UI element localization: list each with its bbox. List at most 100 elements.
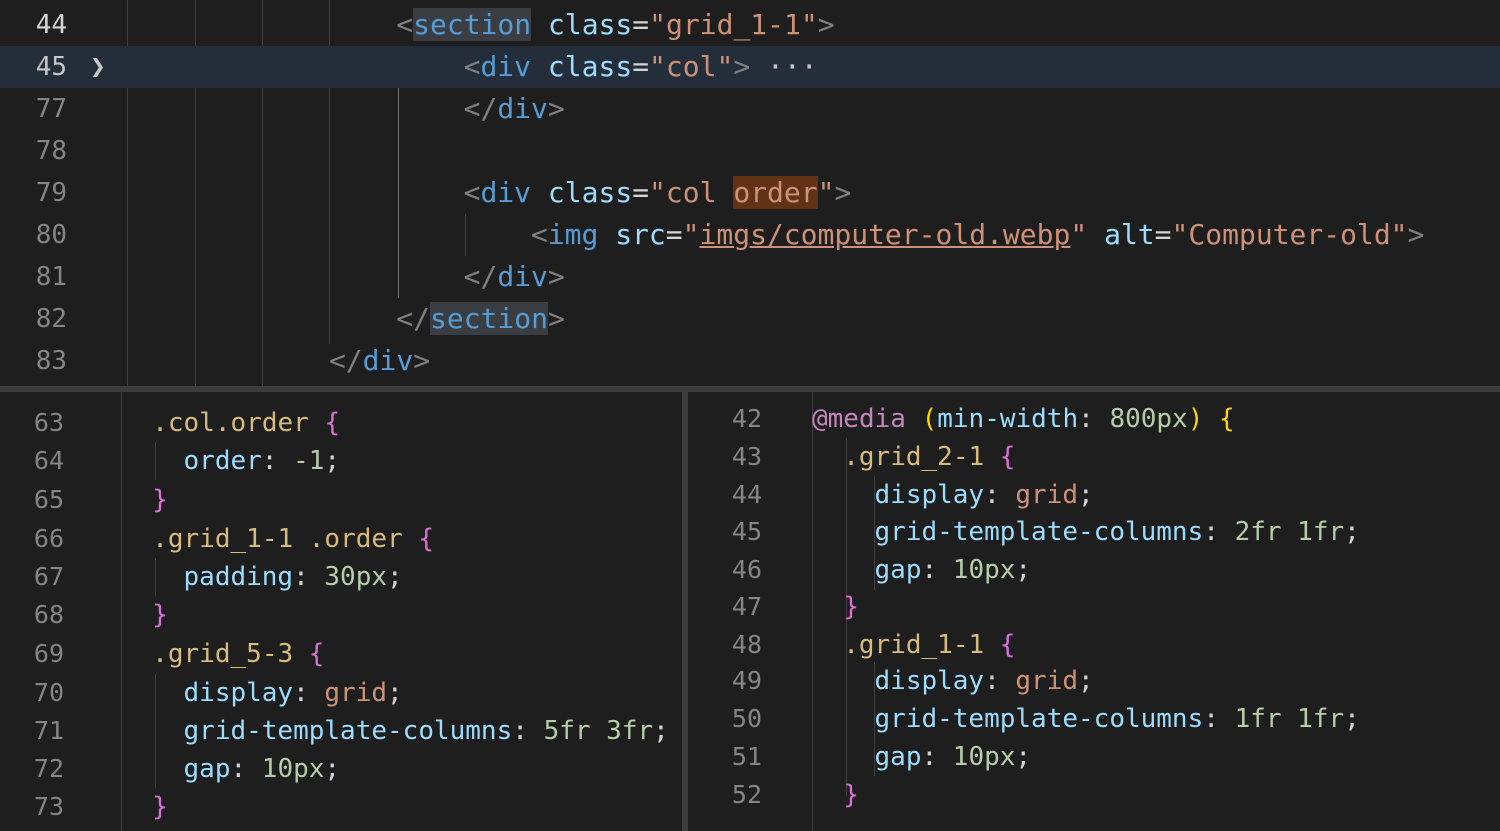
code-line[interactable]: 65}: [0, 481, 682, 519]
code-token: }: [843, 592, 859, 622]
code-line[interactable]: 68}: [0, 596, 682, 634]
code-line[interactable]: 63 .col.order {: [0, 404, 682, 442]
code-token: grid: [1015, 666, 1079, 696]
line-number: 51: [731, 742, 762, 771]
line-number: 42: [731, 404, 762, 433]
code-token: :: [921, 555, 953, 585]
code-token: :: [1203, 704, 1235, 734]
code-token: div: [497, 260, 548, 293]
code-line[interactable]: 73}: [0, 788, 682, 826]
code-token: :: [984, 480, 1016, 510]
code-line[interactable]: 51 gap: 10px;: [688, 738, 1500, 776]
code-text: <div class="col"> ···: [127, 46, 818, 88]
code-token: "col: [649, 176, 734, 209]
code-line[interactable]: 64 order: -1;: [0, 442, 682, 480]
code-line[interactable]: 47}: [688, 588, 1500, 626]
code-line[interactable]: 43 .grid_2-1 {: [688, 438, 1500, 476]
code-token: >: [547, 92, 565, 125]
code-token: gap: [183, 754, 231, 784]
code-text: gap: 10px;: [812, 738, 1032, 776]
code-line[interactable]: 70 display: grid;: [0, 674, 682, 712]
code-token: 1fr 1fr: [1234, 704, 1345, 734]
html-editor-pane[interactable]: 44 <section class="grid_1-1"> 45 <div class…: [0, 0, 1500, 386]
code-token: >: [733, 50, 751, 83]
code-line[interactable]: 50 grid-template-columns: 1fr 1fr;: [688, 700, 1500, 738]
code-token: gap: [874, 742, 922, 772]
code-text: }: [121, 788, 168, 826]
code-line[interactable]: 71 grid-template-columns: 5fr 3fr;: [0, 712, 682, 750]
code-token: ;: [653, 716, 669, 746]
code-token: div: [480, 176, 532, 209]
code-line[interactable]: 81 </div>: [0, 256, 1500, 298]
chevron-right-icon[interactable]: ❯: [90, 44, 106, 90]
code-token: ": [817, 176, 835, 209]
code-line[interactable]: 49 display: grid;: [688, 662, 1500, 700]
code-line[interactable]: 42 @media (min-width: 800px) {: [688, 400, 1500, 438]
code-token: order: [733, 176, 818, 209]
code-token: }: [843, 780, 859, 810]
line-number: 66: [33, 524, 64, 553]
code-line[interactable]: 45 <div class="col"> ···: [0, 46, 1500, 88]
code-token: ): [1187, 404, 1204, 434]
code-token: :: [293, 678, 325, 708]
code-token: "Computer-old": [1171, 218, 1408, 251]
line-number: 71: [33, 716, 64, 745]
css-editor-pane-right[interactable]: 42 @media (min-width: 800px) {43 .grid_2-1…: [688, 392, 1500, 831]
code-token: {: [999, 442, 1016, 472]
code-line[interactable]: 52}: [688, 776, 1500, 814]
code-token: =: [632, 50, 650, 83]
line-number: 44: [35, 10, 67, 40]
code-line[interactable]: 82 </section>: [0, 298, 1500, 340]
css-editor-pane-left[interactable]: 63 .col.order {64 order: -1; 65} 66 .grid_1-1…: [0, 392, 682, 831]
code-token: .col.order: [152, 408, 309, 438]
line-number: 44: [731, 480, 762, 509]
code-text: display: grid;: [812, 476, 1094, 514]
code-token: 30px: [324, 562, 388, 592]
code-line[interactable]: 67 padding: 30px;: [0, 558, 682, 596]
code-token: {: [308, 639, 325, 669]
code-line[interactable]: 45 grid-template-columns: 2fr 1fr;: [688, 513, 1500, 551]
code-text: </div>: [127, 88, 565, 130]
code-token: </: [396, 302, 430, 335]
line-number: 72: [33, 754, 64, 783]
code-token: >: [817, 8, 835, 41]
code-token: }: [152, 485, 168, 515]
code-text: grid-template-columns: 5fr 3fr;: [121, 712, 669, 750]
code-token: order: [183, 446, 262, 476]
code-line[interactable]: 44 display: grid;: [688, 476, 1500, 514]
code-line[interactable]: 66 .grid_1-1 .order {: [0, 520, 682, 558]
code-line[interactable]: 83 </div>: [0, 340, 1500, 382]
code-token: </: [463, 92, 498, 125]
code-line[interactable]: 44 <section class="grid_1-1">: [0, 4, 1500, 46]
code-token: grid-template-columns: [874, 517, 1204, 547]
code-token: class: [547, 50, 633, 83]
code-line[interactable]: 69 .grid_5-3 {: [0, 635, 682, 673]
code-line[interactable]: 78: [0, 130, 1500, 172]
code-line[interactable]: 80 <img src="imgs/computer-old.webp" alt=…: [0, 214, 1500, 256]
code-token: display: [874, 480, 985, 510]
code-line[interactable]: 72 gap: 10px;: [0, 750, 682, 788]
code-line[interactable]: 79 <div class="col order">: [0, 172, 1500, 214]
code-token: grid: [324, 678, 388, 708]
line-number: 64: [33, 446, 64, 475]
code-token: ": [682, 218, 700, 251]
code-text: .grid_1-1 .order {: [121, 520, 434, 558]
code-text: display: grid;: [121, 674, 403, 712]
line-number: 48: [731, 630, 762, 659]
code-token: :: [261, 446, 294, 476]
code-token: imgs/computer-old.webp: [699, 218, 1071, 251]
code-token: class: [547, 176, 633, 209]
line-number: 43: [731, 442, 762, 471]
line-number: 81: [35, 262, 67, 292]
code-line[interactable]: 77 </div>: [0, 88, 1500, 130]
code-line[interactable]: 48 .grid_1-1 {: [688, 626, 1500, 664]
code-token: {: [418, 524, 435, 554]
code-token: ;: [1015, 742, 1032, 772]
code-line[interactable]: 46 gap: 10px;: [688, 551, 1500, 589]
